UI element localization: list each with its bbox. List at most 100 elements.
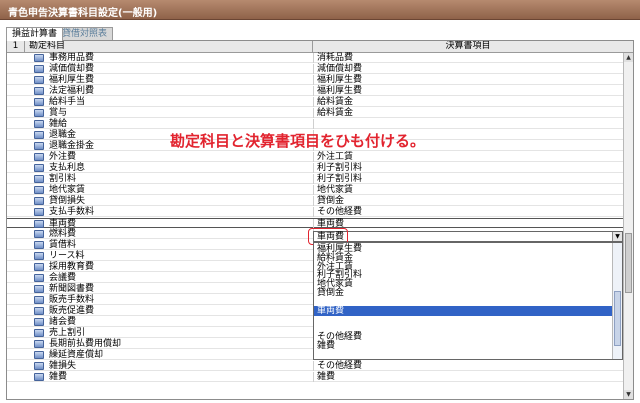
book-icon (34, 208, 44, 216)
statement-item-value[interactable]: 利子割引料 (317, 174, 362, 184)
account-name: 売上割引 (49, 328, 86, 338)
book-icon (34, 65, 44, 73)
book-icon (34, 285, 44, 293)
dropdown-scrollbar[interactable] (612, 243, 622, 359)
table-row[interactable]: 雑費 雑費 (7, 372, 623, 382)
account-name: 雑給 (49, 119, 68, 129)
header-index: 1 (7, 41, 25, 53)
account-name: 退職金掛金 (49, 141, 95, 151)
chevron-down-icon[interactable]: ▼ (612, 232, 622, 241)
statement-item-value[interactable]: 地代家賃 (317, 185, 353, 195)
column-divider (313, 207, 314, 217)
dropdown-option[interactable]: 雑費 (317, 341, 613, 351)
book-icon (34, 351, 44, 359)
statement-item-value[interactable]: 給料賃金 (317, 108, 353, 118)
table-row[interactable]: 法定福利費 福利厚生費 (7, 86, 623, 96)
column-divider (313, 75, 314, 85)
account-name: 繰延資産償却 (49, 350, 104, 360)
book-icon (34, 164, 44, 172)
table-row[interactable]: 雑損失 その他経費 (7, 361, 623, 371)
account-name: 販売促進費 (49, 306, 95, 316)
scroll-thumb[interactable] (625, 233, 632, 293)
statement-item-value[interactable]: その他経費 (317, 207, 362, 217)
account-name: 地代家賃 (49, 185, 86, 195)
statement-item-dropdown[interactable]: 福利厚生費 給料賃金 外注工賃 利子割引料 地代家賃 貸倒金 車両費 その他経費 雑費 (313, 242, 623, 360)
column-divider (313, 152, 314, 162)
account-name: 諸会費 (49, 317, 77, 327)
account-name: リース料 (49, 251, 85, 261)
table-row[interactable]: 割引料 利子割引料 (7, 174, 623, 184)
statement-item-value[interactable]: その他経費 (317, 361, 362, 371)
book-icon (34, 175, 44, 183)
statement-item-value[interactable]: 雑費 (317, 372, 335, 382)
table-row[interactable]: 給料手当 給料賃金 (7, 97, 623, 107)
tab-balance-sheet[interactable]: 貸借対照表 (56, 27, 114, 40)
account-name: 燃料費 (49, 229, 77, 239)
book-icon (34, 120, 44, 128)
book-icon (34, 230, 44, 238)
arrow-up-icon[interactable]: ▲ (624, 53, 633, 62)
account-name: 減価償却費 (49, 64, 95, 74)
account-name: 長期前払費用償却 (49, 339, 122, 349)
statement-item-value[interactable]: 貸倒金 (317, 196, 344, 206)
book-icon (34, 373, 44, 381)
book-icon (34, 186, 44, 194)
book-icon (34, 98, 44, 106)
book-icon (34, 109, 44, 117)
statement-item-value[interactable]: 福利厚生費 (317, 86, 362, 96)
statement-item-value[interactable]: 福利厚生費 (317, 75, 362, 85)
account-name: 車両費 (49, 219, 77, 229)
column-divider (313, 97, 314, 107)
book-icon (34, 54, 44, 62)
column-divider (313, 163, 314, 173)
account-name: 給料手当 (49, 97, 86, 107)
tab-bar: 損益計算書 貸借対照表 (6, 27, 634, 41)
table-row[interactable]: 減価償却費 減価償却費 (7, 64, 623, 74)
book-icon (34, 318, 44, 326)
account-name: 販売手数料 (49, 295, 95, 305)
header-account[interactable]: 勘定科目 (25, 41, 313, 53)
table-row[interactable]: 地代家賃 地代家賃 (7, 185, 623, 195)
dropdown-scroll-thumb[interactable] (614, 291, 621, 346)
account-name: 支払利息 (49, 163, 86, 173)
table-row[interactable]: 福利厚生費 福利厚生費 (7, 75, 623, 85)
statement-item-value[interactable]: 外注工賃 (317, 152, 353, 162)
account-name: 賞与 (49, 108, 68, 118)
statement-item-value[interactable]: 消耗品費 (317, 53, 353, 63)
header-statement-item[interactable]: 決算書項目 (313, 41, 623, 53)
column-divider (313, 174, 314, 184)
statement-item-value[interactable]: 給料賃金 (317, 97, 353, 107)
book-icon (34, 296, 44, 304)
column-divider (313, 64, 314, 74)
account-name: 賃借料 (49, 240, 77, 250)
book-icon (34, 197, 44, 205)
table-row[interactable]: 雑給 (7, 119, 623, 129)
table-row[interactable]: 支払利息 利子割引料 (7, 163, 623, 173)
column-divider (313, 53, 314, 63)
table-row[interactable]: 支払手数料 その他経費 (7, 207, 623, 217)
account-name: 退職金 (49, 130, 77, 140)
book-icon (34, 274, 44, 282)
window-title: 青色申告決算書科目設定(一般用) (8, 8, 158, 19)
table-row[interactable]: 賞与 給料賃金 (7, 108, 623, 118)
book-icon (34, 76, 44, 84)
book-icon (34, 153, 44, 161)
book-icon (34, 131, 44, 139)
statement-item-combo[interactable]: 車両費 ▼ (313, 231, 623, 242)
grid-scrollbar[interactable]: ▲ ▼ (623, 53, 633, 399)
table-row[interactable]: 事務用品費 消耗品費 (7, 53, 623, 63)
book-icon (34, 220, 44, 228)
statement-item-value[interactable]: 減価償却費 (317, 64, 362, 74)
book-icon (34, 263, 44, 271)
table-row[interactable]: 車両費 車両費 (7, 218, 623, 229)
statement-item-value[interactable]: 利子割引料 (317, 163, 362, 173)
tab-income-statement[interactable]: 損益計算書 (6, 27, 64, 41)
account-name: 事務用品費 (49, 53, 95, 63)
account-name: 割引料 (49, 174, 77, 184)
arrow-down-icon[interactable]: ▼ (624, 390, 633, 399)
account-name: 福利厚生費 (49, 75, 95, 85)
book-icon (34, 362, 44, 370)
table-row[interactable]: 貸倒損失 貸倒金 (7, 196, 623, 206)
account-name: 雑損失 (49, 361, 77, 371)
table-row[interactable]: 外注費 外注工賃 (7, 152, 623, 162)
